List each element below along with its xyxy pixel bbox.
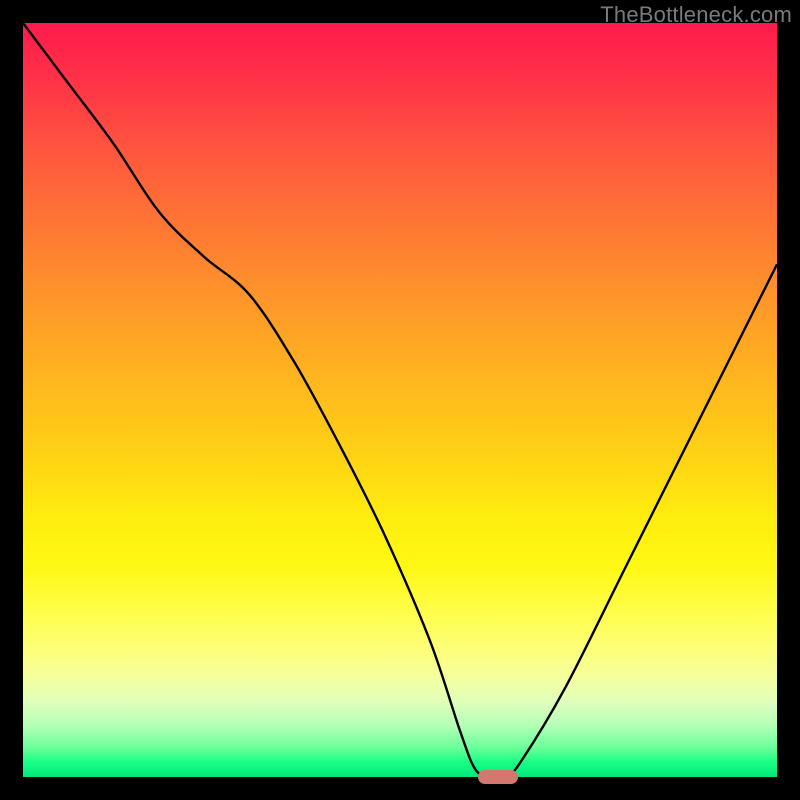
chart-plot-area (23, 23, 777, 777)
watermark-text: TheBottleneck.com (600, 2, 792, 28)
optimal-marker (478, 770, 518, 784)
